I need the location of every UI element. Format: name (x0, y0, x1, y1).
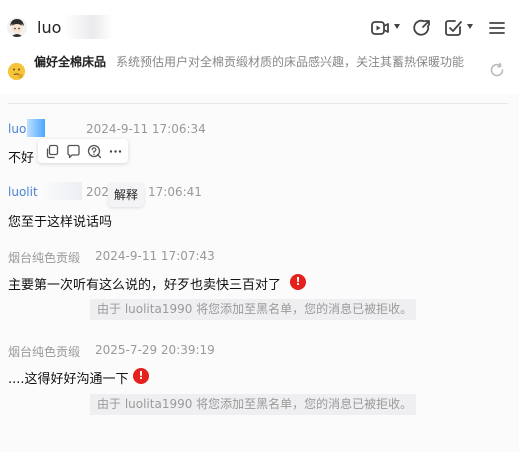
avatar[interactable] (7, 17, 27, 37)
task-icon[interactable] (443, 18, 463, 38)
sender-name-mask (27, 119, 45, 137)
message-time: 2024-9-11 17:07:43 (95, 249, 215, 263)
divider (8, 103, 508, 104)
video-dropdown-caret[interactable] (394, 24, 400, 29)
message-sender[interactable]: 烟台纯色贡缎 (8, 343, 80, 360)
notice-text: 偏好全棉床品 系统预估用户对全棉贡缎材质的床品感兴趣，关注其蓄热保暖功能 (34, 53, 480, 72)
notice-tag: 偏好全棉床品 (34, 55, 107, 69)
task-dropdown-caret[interactable] (467, 24, 473, 29)
preference-notice: 偏好全棉床品 系统预估用户对全棉贡缎材质的床品感兴趣，关注其蓄热保暖功能 (0, 44, 519, 94)
send-failed-icon[interactable]: ! (133, 368, 149, 384)
message-text: ....这得好好沟通一下 (8, 372, 129, 387)
chat-window: luo 偏好全棉床品 系统预估用户对全棉贡缎材质的床品感兴趣，关注其蓄热保暖功能 … (0, 0, 519, 452)
sender-name-mask (42, 182, 82, 200)
system-notice: 由于 luolita1990 将您添加至黑名单，您的消息已被拒收。 (90, 394, 416, 415)
message-time: 202 (86, 185, 109, 199)
refresh-icon[interactable] (489, 62, 505, 78)
share-icon[interactable] (412, 18, 432, 38)
message-sender[interactable]: luolit (8, 185, 38, 199)
message-sender[interactable]: 烟台纯色贡缎 (8, 249, 80, 266)
more-options-icon[interactable] (105, 141, 126, 161)
message-text: 您至于这样说话吗 (8, 215, 113, 230)
message-text: 不好 (8, 151, 35, 166)
message-time: 2025-7-29 20:39:19 (95, 343, 215, 357)
notice-body: 系统预估用户对全棉贡缎材质的床品感兴趣，关注其蓄热保暖功能 (116, 55, 465, 69)
message-time: 2024-9-11 17:06:34 (86, 122, 206, 136)
menu-icon[interactable] (487, 18, 507, 38)
chat-title: luo (37, 18, 62, 37)
message-toolbar (38, 139, 128, 163)
system-notice: 由于 luolita1990 将您添加至黑名单，您的消息已被拒收。 (90, 299, 416, 320)
copy-icon[interactable] (42, 141, 63, 161)
title-mask (64, 15, 112, 39)
thinking-emoji-icon (8, 63, 25, 80)
explain-tooltip: 解释 (108, 183, 145, 207)
quote-reply-icon[interactable] (63, 141, 84, 161)
explain-icon[interactable] (84, 141, 105, 161)
message-text: 主要第一次听有这么说的，好歹也卖快三百对了 (8, 278, 282, 293)
video-call-icon[interactable] (370, 18, 390, 38)
message-time-tail: 17:06:41 (148, 185, 202, 199)
message-sender[interactable]: luo (8, 122, 26, 136)
send-failed-icon[interactable]: ! (290, 274, 306, 290)
